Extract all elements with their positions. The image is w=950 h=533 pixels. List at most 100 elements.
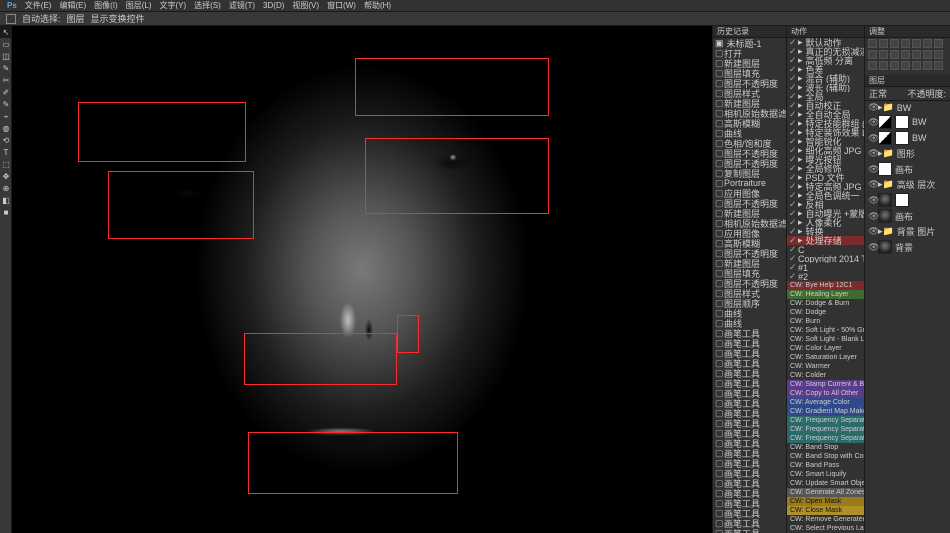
history-step[interactable]: ▢画笔工具 (713, 478, 786, 488)
history-step[interactable]: ▢高斯模糊 (713, 118, 786, 128)
action-item[interactable]: CW: Colder (787, 371, 864, 380)
menu-item[interactable]: 文字(Y) (155, 0, 190, 11)
history-step[interactable]: ▢图层不透明度 (713, 148, 786, 158)
history-step[interactable]: ▢相机原始数据滤镜 (713, 218, 786, 228)
action-item[interactable]: CW: Band Stop with Contrast (787, 452, 864, 461)
layer-group[interactable]: 👁▸📁高级 层次 (865, 177, 950, 192)
tool-button[interactable]: ⊕ (0, 182, 12, 194)
visibility-icon[interactable]: 👁 (868, 226, 875, 237)
action-item[interactable]: CW: Band Stop (787, 443, 864, 452)
action-item[interactable]: ✓▸特定装饰效果 LAB (787, 128, 864, 137)
action-item[interactable]: CW: Update Smart Object (787, 479, 864, 488)
adjustment-icon[interactable] (934, 50, 943, 59)
adjustment-icon[interactable] (934, 39, 943, 48)
history-step[interactable]: ▢复制图层 (713, 168, 786, 178)
action-item[interactable]: ✓▸反相 (787, 200, 864, 209)
action-item[interactable]: ✓▸混合 (辅助) (787, 74, 864, 83)
actions-tab[interactable]: 动作 (787, 26, 864, 38)
adjustment-icon[interactable] (868, 50, 877, 59)
history-step[interactable]: ▢画笔工具 (713, 348, 786, 358)
action-item[interactable]: CW: Close Mask (787, 506, 864, 515)
history-step[interactable]: ▢曲线 (713, 128, 786, 138)
action-item[interactable]: CW: Average Color (787, 398, 864, 407)
tool-button[interactable]: ✂ (0, 74, 12, 86)
menu-item[interactable]: 窗口(W) (323, 0, 360, 11)
visibility-icon[interactable]: 👁 (868, 242, 875, 253)
tool-button[interactable]: ✎ (0, 98, 12, 110)
action-item[interactable]: CW: Copy to All Other (787, 389, 864, 398)
tool-button[interactable]: ⟲ (0, 134, 12, 146)
action-item[interactable]: ✓▸自动校正 (787, 101, 864, 110)
layer-thumbnail[interactable] (878, 162, 892, 176)
adjustment-icon[interactable] (879, 50, 888, 59)
layer-name[interactable]: BW (912, 117, 927, 127)
action-item[interactable]: ✓▸特定技能群组 (自定) (787, 119, 864, 128)
adjustment-icon[interactable] (901, 50, 910, 59)
tool-button[interactable]: ◍ (0, 122, 12, 134)
action-item[interactable]: ✓▸全局 (787, 92, 864, 101)
action-item[interactable]: ✓▸全局修饰 (787, 164, 864, 173)
visibility-icon[interactable]: 👁 (868, 102, 875, 113)
adjustment-icon[interactable] (901, 39, 910, 48)
history-step[interactable]: ▢色相/饱和度 (713, 138, 786, 148)
layer-name[interactable]: 画布 (895, 163, 913, 176)
history-step[interactable]: ▢新建图层 (713, 58, 786, 68)
layer-name[interactable]: BW (912, 133, 927, 143)
action-item[interactable]: CW: Saturation Layer (787, 353, 864, 362)
adjustment-icon[interactable] (912, 39, 921, 48)
history-step[interactable]: ▢画笔工具 (713, 418, 786, 428)
history-step[interactable]: ▢画笔工具 (713, 448, 786, 458)
visibility-icon[interactable]: 👁 (868, 148, 875, 159)
tool-button[interactable]: ✎ (0, 62, 12, 74)
adjustment-icon[interactable] (868, 61, 877, 70)
adjustment-icon[interactable] (890, 61, 899, 70)
layer-group[interactable]: 👁▸📁背景 图片 (865, 224, 950, 239)
history-step[interactable]: ▢画笔工具 (713, 358, 786, 368)
menu-item[interactable]: 图像(I) (90, 0, 122, 11)
tool-button[interactable]: ⬚ (0, 158, 12, 170)
adjustment-icon[interactable] (879, 61, 888, 70)
action-item[interactable]: CW: Smart Liquify (787, 470, 864, 479)
adjustments-tab[interactable]: 调整 (865, 26, 950, 38)
action-item[interactable]: ✓#2 (787, 272, 864, 281)
history-step[interactable]: ▢打开 (713, 48, 786, 58)
history-step[interactable]: ▢画笔工具 (713, 368, 786, 378)
tool-button[interactable]: ✐ (0, 86, 12, 98)
menu-item[interactable]: 3D(D) (259, 1, 288, 10)
action-item[interactable]: ✓▸PSD 文件 (787, 173, 864, 182)
auto-select-mode[interactable]: 图层 (67, 12, 85, 25)
adjustment-icon[interactable] (923, 50, 932, 59)
action-item[interactable]: CW: Dodge & Burn (787, 299, 864, 308)
history-step[interactable]: ▢图层不透明度 (713, 158, 786, 168)
layer-row[interactable]: 👁 (865, 192, 950, 208)
history-step[interactable]: ▢应用图像 (713, 188, 786, 198)
layer-name[interactable]: 背景 图片 (897, 225, 936, 238)
layer-blend-mode[interactable]: 正常 不透明度: (865, 87, 950, 101)
history-step[interactable]: ▢图层填充 (713, 268, 786, 278)
adjustment-icon[interactable] (879, 39, 888, 48)
action-item[interactable]: CW: Remove Generated Chan... (787, 515, 864, 524)
layer-mask[interactable] (895, 131, 909, 145)
layer-group[interactable]: 👁▸📁BW (865, 101, 950, 114)
history-step[interactable]: ▢画笔工具 (713, 458, 786, 468)
action-item[interactable]: CW: Frequency Separation ... (787, 416, 864, 425)
layer-row[interactable]: 👁BW (865, 130, 950, 146)
action-item[interactable]: ✓▸人像柔化 (787, 218, 864, 227)
history-step[interactable]: ▢画笔工具 (713, 468, 786, 478)
action-item[interactable]: CW: Generate All Zones (787, 488, 864, 497)
history-step[interactable]: ▢Portraiture (713, 178, 786, 188)
action-item[interactable]: ✓Copyright 2014 Tony Kuyper (787, 254, 864, 263)
menu-item[interactable]: 视图(V) (288, 0, 323, 11)
history-step[interactable]: ▢图层不透明度 (713, 278, 786, 288)
layer-name[interactable]: 图形 (897, 147, 915, 160)
history-step[interactable]: ▢新建图层 (713, 208, 786, 218)
menu-item[interactable]: 滤镜(T) (225, 0, 259, 11)
tool-button[interactable]: ✥ (0, 170, 12, 182)
action-item[interactable]: CW: Color Layer (787, 344, 864, 353)
canvas[interactable] (12, 26, 712, 533)
action-item[interactable]: CW: Healing Layer (787, 290, 864, 299)
transform-controls-label[interactable]: 显示变换控件 (91, 12, 145, 25)
action-item[interactable]: ✓▸默认动作 (787, 38, 864, 47)
layer-thumbnail[interactable] (878, 209, 892, 223)
history-step[interactable]: ▢高斯模糊 (713, 238, 786, 248)
